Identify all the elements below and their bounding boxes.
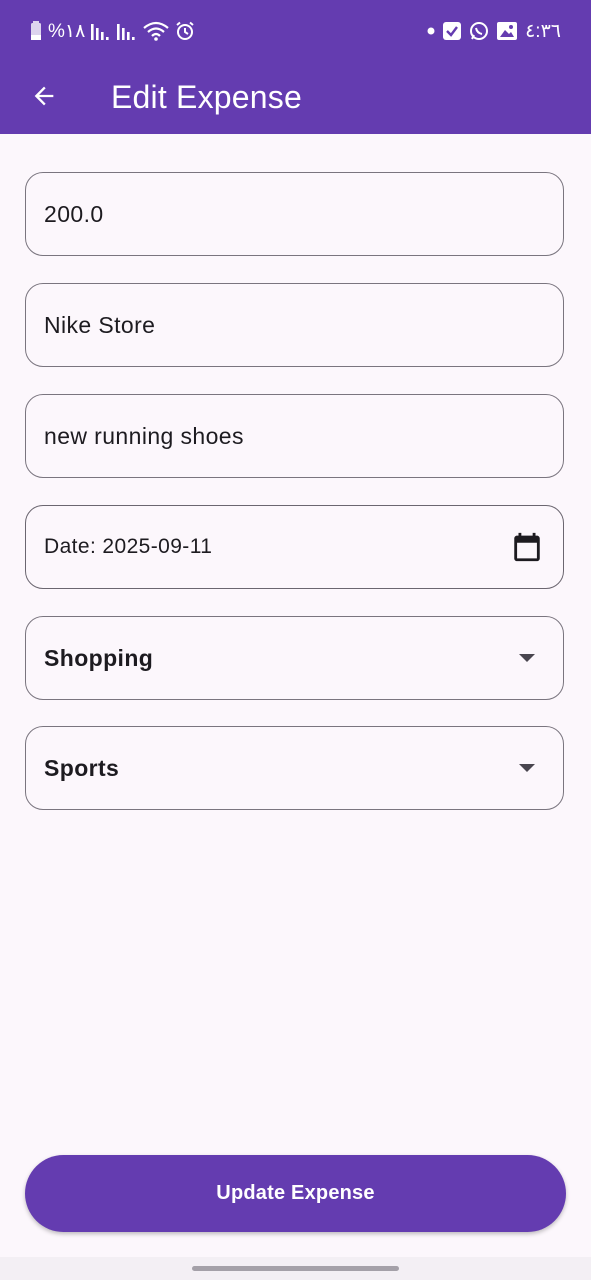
home-handle[interactable] xyxy=(192,1266,399,1271)
status-bar-right: ٤:٣٦ xyxy=(427,18,561,44)
whatsapp-icon xyxy=(469,21,489,41)
category-dropdown[interactable]: Shopping xyxy=(25,616,564,700)
status-bar-left: %١٨ xyxy=(30,18,195,44)
category-value: Shopping xyxy=(44,645,154,671)
arrow-back-icon xyxy=(30,82,58,110)
status-bar: %١٨ ٤:٣٦ xyxy=(0,0,591,62)
alarm-icon xyxy=(175,21,195,41)
wifi-icon xyxy=(143,21,170,41)
signal-icon xyxy=(91,22,111,40)
signal-icon xyxy=(117,22,137,40)
navigation-bar xyxy=(0,1257,591,1280)
date-value: Date: 2025-09-11 xyxy=(44,535,213,558)
note-field[interactable]: new running shoes xyxy=(25,394,564,478)
page-title: Edit Expense xyxy=(111,79,302,115)
dot-icon xyxy=(427,27,435,35)
date-field[interactable]: Date: 2025-09-11 xyxy=(25,505,564,589)
note-value: new running shoes xyxy=(44,423,244,449)
app-bar: Edit Expense xyxy=(0,62,591,134)
back-button[interactable] xyxy=(22,74,66,118)
calendar-icon[interactable] xyxy=(507,526,547,568)
status-time: ٤:٣٦ xyxy=(525,20,561,42)
update-expense-button[interactable]: Update Expense xyxy=(25,1155,566,1232)
battery-percent: %١٨ xyxy=(48,20,86,42)
subcategory-value: Sports xyxy=(44,755,120,781)
battery-icon xyxy=(30,21,42,41)
amount-field[interactable]: 200.0 xyxy=(25,172,564,256)
gallery-icon xyxy=(497,22,518,40)
subcategory-dropdown[interactable]: Sports xyxy=(25,726,564,810)
check-box-icon xyxy=(443,22,462,40)
arrow-drop-down-icon xyxy=(507,637,547,679)
merchant-field[interactable]: Nike Store xyxy=(25,283,564,367)
update-expense-label: Update Expense xyxy=(216,1182,375,1204)
merchant-value: Nike Store xyxy=(44,312,156,338)
arrow-drop-down-icon xyxy=(507,747,547,789)
amount-value: 200.0 xyxy=(44,201,104,227)
